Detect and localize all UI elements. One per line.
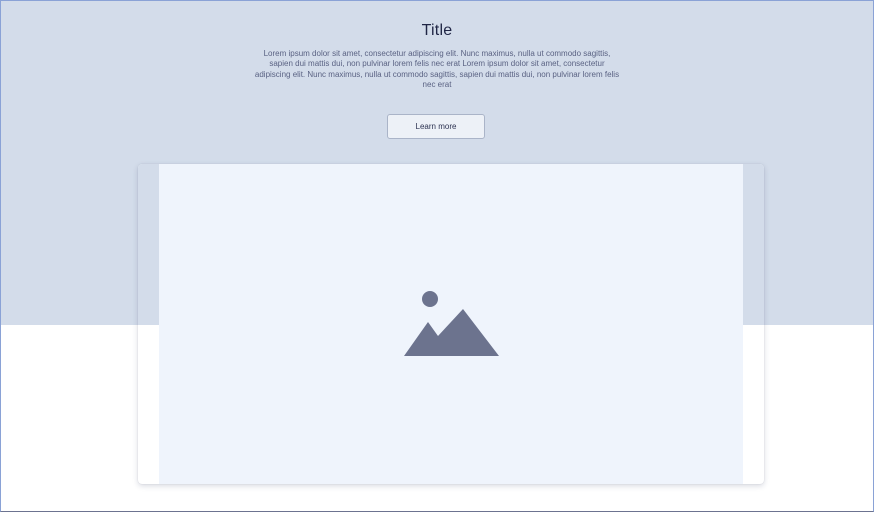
- media-card: [138, 164, 764, 484]
- hero-title: Title: [421, 22, 453, 39]
- learn-more-button[interactable]: Learn more: [387, 114, 485, 139]
- page: Title Lorem ipsum dolor sit amet, consec…: [0, 0, 874, 512]
- image-placeholder-icon: [404, 291, 499, 356]
- hero-description: Lorem ipsum dolor sit amet, consectetur …: [254, 49, 620, 90]
- image-placeholder: [159, 164, 743, 484]
